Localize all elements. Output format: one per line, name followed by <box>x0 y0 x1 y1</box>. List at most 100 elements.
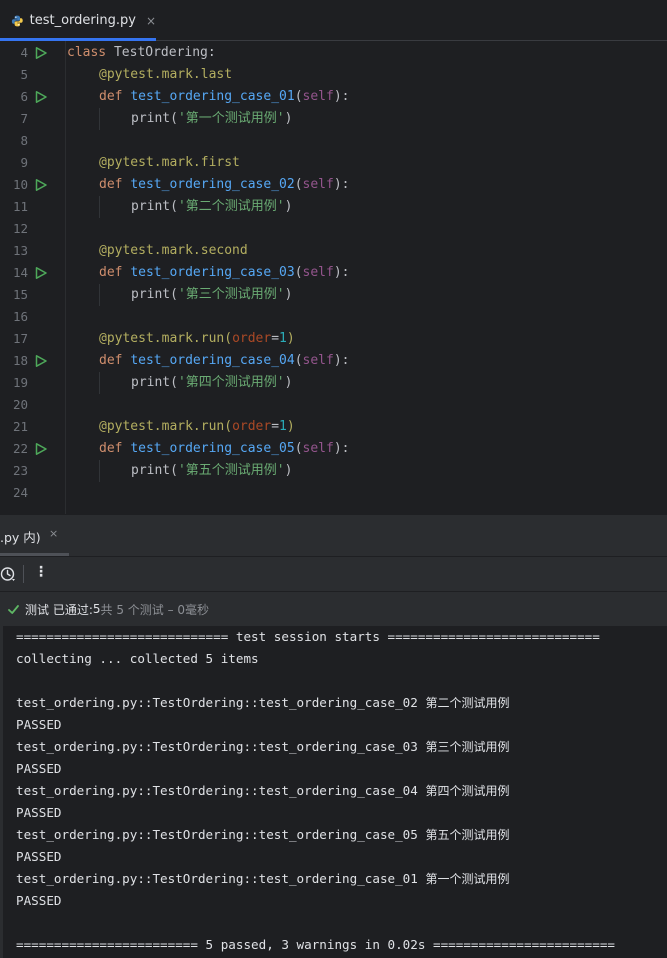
console-line: test_ordering.py::TestOrdering::test_ord… <box>16 695 510 710</box>
console-line: PASSED <box>16 893 62 908</box>
line-number: 21 <box>12 419 28 434</box>
code-line[interactable]: 17 @pytest.mark.run(order=1) <box>0 328 667 350</box>
code-line[interactable]: 8 <box>0 130 667 152</box>
line-number: 16 <box>12 309 28 324</box>
console-line: test_ordering.py::TestOrdering::test_ord… <box>16 871 510 886</box>
code-line[interactable]: 19 print('第四个测试用例') <box>0 372 667 394</box>
code-line[interactable]: 23 print('第五个测试用例') <box>0 460 667 482</box>
history-clock-icon[interactable] <box>0 566 16 582</box>
line-number: 23 <box>12 463 28 478</box>
console-output[interactable]: ============================ test sessio… <box>0 626 667 958</box>
console-line: PASSED <box>16 805 62 820</box>
line-number: 14 <box>12 265 28 280</box>
indent-guide <box>99 372 100 394</box>
code-line[interactable]: 9 @pytest.mark.first <box>0 152 667 174</box>
line-number: 7 <box>20 111 28 126</box>
code-line[interactable]: 14 def test_ordering_case_03(self): <box>0 262 667 284</box>
code-text: print('第三个测试用例') <box>131 287 293 302</box>
line-number: 24 <box>12 485 28 500</box>
code-line[interactable]: 21 @pytest.mark.run(order=1) <box>0 416 667 438</box>
toolbar-divider <box>23 565 24 583</box>
run-config-tab[interactable]: .py 内) × <box>0 515 69 556</box>
code-line[interactable]: 5 @pytest.mark.last <box>0 64 667 86</box>
run-gutter-icon[interactable] <box>35 91 47 103</box>
close-icon[interactable]: × <box>49 527 58 540</box>
python-file-icon <box>11 15 23 26</box>
line-number: 6 <box>20 89 28 104</box>
test-status-label: 测试 已通过: <box>25 602 93 617</box>
code-text: def test_ordering_case_01(self): <box>99 89 350 104</box>
code-text: def test_ordering_case_02(self): <box>99 177 350 192</box>
run-panel-toolbar: ⋮ <box>0 556 667 591</box>
line-number: 4 <box>20 45 28 60</box>
code-text: def test_ordering_case_04(self): <box>99 353 350 368</box>
code-text: @pytest.mark.first <box>99 155 240 170</box>
line-number: 15 <box>12 287 28 302</box>
code-line[interactable]: 4 class TestOrdering: <box>0 42 667 64</box>
test-status-bar: 测试 已通过: 5 共 5 个测试 – 0毫秒 <box>0 591 667 626</box>
code-line[interactable]: 18 def test_ordering_case_04(self): <box>0 350 667 372</box>
line-number: 17 <box>12 331 28 346</box>
line-number: 11 <box>12 199 28 214</box>
code-line[interactable]: 7 print('第一个测试用例') <box>0 108 667 130</box>
console-line: test_ordering.py::TestOrdering::test_ord… <box>16 783 510 798</box>
console-line: PASSED <box>16 761 62 776</box>
code-line[interactable]: 13 @pytest.mark.second <box>0 240 667 262</box>
code-text: print('第二个测试用例') <box>131 199 293 214</box>
run-gutter-icon[interactable] <box>35 47 47 59</box>
close-icon[interactable]: × <box>146 14 156 28</box>
indent-guide <box>99 196 100 218</box>
code-line[interactable]: 6 def test_ordering_case_01(self): <box>0 86 667 108</box>
run-panel-tab-bar: .py 内) × <box>0 514 667 556</box>
console-line: test_ordering.py::TestOrdering::test_ord… <box>16 739 510 754</box>
line-number: 8 <box>20 133 28 148</box>
console-line: ============================ test sessio… <box>16 629 600 644</box>
line-number: 12 <box>12 221 28 236</box>
indent-guide <box>99 284 100 306</box>
console-line: ======================== 5 passed, 3 war… <box>16 937 615 952</box>
test-status-detail: 共 5 个测试 – 0毫秒 <box>100 602 210 617</box>
code-line[interactable]: 16 <box>0 306 667 328</box>
code-text: print('第一个测试用例') <box>131 111 293 126</box>
line-number: 19 <box>12 375 28 390</box>
code-text: @pytest.mark.second <box>99 243 248 258</box>
console-line: collecting ... collected 5 items <box>16 651 259 666</box>
passed-check-icon <box>8 604 19 614</box>
line-number: 20 <box>12 397 28 412</box>
code-text: @pytest.mark.run(order=1) <box>99 331 295 346</box>
code-line[interactable]: 12 <box>0 218 667 240</box>
run-gutter-icon[interactable] <box>35 355 47 367</box>
code-line[interactable]: 22 def test_ordering_case_05(self): <box>0 438 667 460</box>
line-number: 13 <box>12 243 28 258</box>
code-text: print('第五个测试用例') <box>131 463 293 478</box>
code-text: @pytest.mark.run(order=1) <box>99 419 295 434</box>
line-number: 9 <box>20 155 28 170</box>
line-number: 18 <box>12 353 28 368</box>
editor-tab-label: test_ordering.py <box>29 13 136 28</box>
code-line[interactable]: 20 <box>0 394 667 416</box>
code-line[interactable]: 15 print('第三个测试用例') <box>0 284 667 306</box>
code-text: @pytest.mark.last <box>99 67 233 82</box>
indent-guide <box>99 460 100 482</box>
code-line[interactable]: 10 def test_ordering_case_02(self): <box>0 174 667 196</box>
editor-tab-bar: test_ordering.py × <box>0 0 667 41</box>
code-editor[interactable]: 4 class TestOrdering: 5 @pytest.mark.last 6 d… <box>0 41 667 514</box>
editor-tab-test-ordering[interactable]: test_ordering.py × <box>0 0 156 41</box>
code-line[interactable]: 11 print('第二个测试用例') <box>0 196 667 218</box>
code-text: def test_ordering_case_03(self): <box>99 265 350 280</box>
line-number: 5 <box>20 67 28 82</box>
line-number: 22 <box>12 441 28 456</box>
test-passed-count: 5 <box>92 602 101 616</box>
code-text: def test_ordering_case_05(self): <box>99 441 350 456</box>
code-text: class TestOrdering: <box>67 45 216 60</box>
run-gutter-icon[interactable] <box>35 443 47 455</box>
code-line[interactable]: 24 <box>0 482 667 504</box>
console-line: test_ordering.py::TestOrdering::test_ord… <box>16 827 510 842</box>
run-gutter-icon[interactable] <box>35 267 47 279</box>
indent-guide <box>99 108 100 130</box>
code-text: print('第四个测试用例') <box>131 375 293 390</box>
run-gutter-icon[interactable] <box>35 179 47 191</box>
more-options-icon[interactable]: ⋮ <box>34 564 48 580</box>
line-number: 10 <box>12 177 28 192</box>
run-config-tab-label: .py 内) <box>0 530 41 545</box>
